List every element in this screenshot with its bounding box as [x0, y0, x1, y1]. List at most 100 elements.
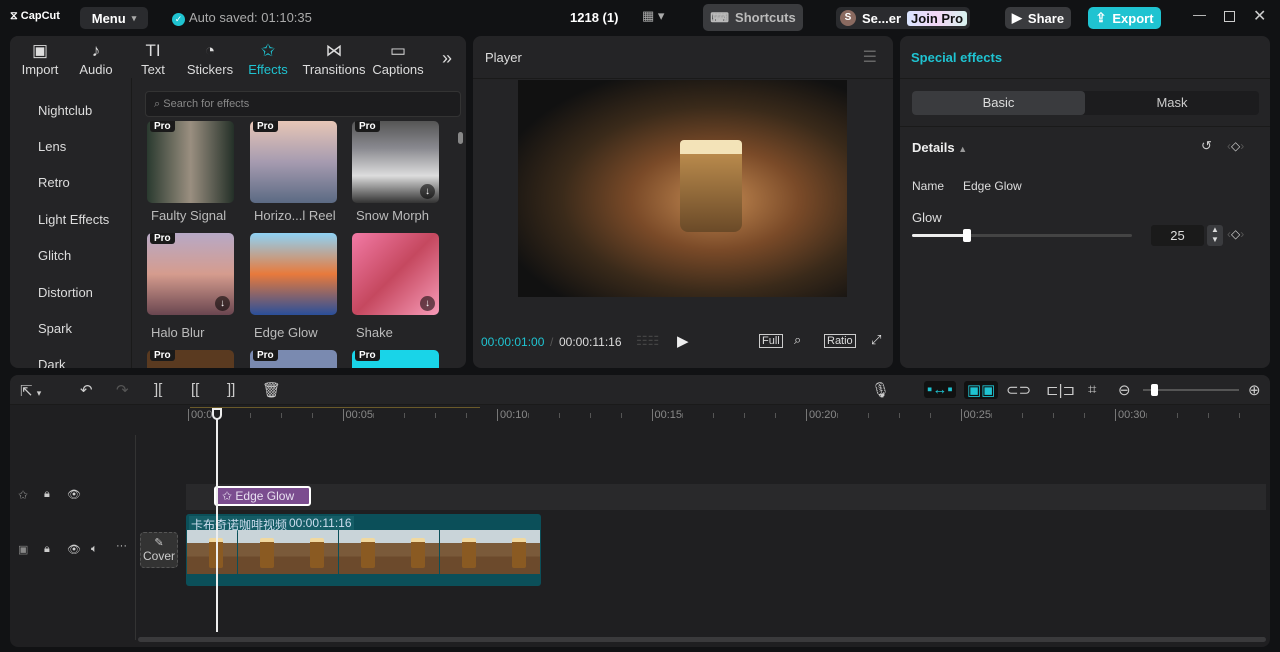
category-spark[interactable]: Spark: [38, 321, 72, 336]
timeline-zoom-slider[interactable]: [1143, 384, 1239, 396]
ruler-tick: [589, 413, 591, 418]
maximize-icon[interactable]: [1224, 11, 1235, 22]
category-lens[interactable]: Lens: [38, 139, 66, 154]
ruler-tick: [1053, 413, 1055, 418]
time-separator: /: [550, 335, 554, 349]
glow-keyframe-control[interactable]: ‹◇›: [1227, 227, 1244, 241]
more-icon[interactable]: ···: [116, 540, 127, 552]
glow-stepper[interactable]: ▲ ▼: [1207, 225, 1223, 246]
microphone-icon[interactable]: 🎙: [871, 381, 890, 399]
category-glitch[interactable]: Glitch: [38, 248, 71, 263]
tab-text[interactable]: TI Text: [123, 40, 183, 77]
tab-transitions[interactable]: ⋈ Transitions: [301, 40, 367, 77]
playhead-handle[interactable]: [212, 408, 222, 420]
lock-icon[interactable]: 🔒︎: [44, 488, 50, 501]
tab-label: Effects: [248, 62, 288, 77]
fullscreen-icon[interactable]: ⤢: [871, 332, 881, 348]
category-retro[interactable]: Retro: [38, 175, 70, 190]
effect-thumbnail[interactable]: Pro: [250, 350, 337, 368]
tab-audio[interactable]: ♪ Audio: [66, 40, 126, 77]
download-icon[interactable]: ↓: [215, 296, 230, 311]
effect-horizontal-reel[interactable]: Pro: [250, 121, 337, 203]
current-time: 00:00:01:00: [481, 335, 545, 349]
tab-label: Audio: [79, 62, 113, 77]
glow-value-input[interactable]: 25: [1151, 225, 1204, 246]
glow-slider[interactable]: [912, 229, 1132, 242]
zoom-in-icon[interactable]: ⊕: [1248, 381, 1261, 399]
keyframe-control[interactable]: ‹◇›: [1227, 139, 1244, 153]
effect-snow-morph[interactable]: Pro ↓: [352, 121, 439, 203]
zoom-fit-timeline-icon[interactable]: ⌗: [1088, 381, 1096, 398]
video-frame-thumbnail: [237, 530, 288, 574]
search-icon: ⌕: [154, 98, 161, 110]
play-button[interactable]: ▶: [677, 332, 689, 350]
zoom-out-icon[interactable]: ⊖: [1118, 381, 1131, 399]
magnet-snap-icon[interactable]: ▪↔▪: [924, 381, 956, 398]
linkage-icon[interactable]: ▣▣: [964, 381, 999, 399]
trim-right-icon[interactable]: ]]: [227, 381, 235, 398]
effect-edge-glow[interactable]: [250, 233, 337, 315]
ruler-label: 00:05: [342, 409, 373, 421]
name-value: Edge Glow: [963, 179, 1022, 193]
tab-basic[interactable]: Basic: [912, 91, 1085, 115]
category-nightclub[interactable]: Nightclub: [38, 103, 92, 118]
tab-effects[interactable]: ✩ Effects: [238, 40, 298, 77]
undo-icon[interactable]: ↶: [80, 381, 93, 399]
category-light-effects[interactable]: Light Effects: [38, 212, 109, 227]
effect-label: Shake: [356, 325, 393, 340]
effect-faulty-signal[interactable]: Pro: [147, 121, 234, 203]
effect-shake[interactable]: ↓: [352, 233, 439, 315]
close-icon[interactable]: ✕: [1253, 6, 1266, 26]
reset-icon[interactable]: ↺: [1201, 138, 1212, 154]
minimize-icon[interactable]: —: [1193, 7, 1206, 22]
effect-thumbnail[interactable]: Pro: [352, 350, 439, 368]
menu-button[interactable]: Menu ▾: [80, 7, 148, 29]
eye-icon[interactable]: 👁︎: [67, 488, 81, 501]
zoom-slider-thumb[interactable]: [1151, 384, 1158, 396]
lock-icon[interactable]: 🔒︎: [44, 543, 50, 556]
timeline-scrollbar[interactable]: [138, 637, 1266, 642]
shortcuts-button[interactable]: ⌨ Shortcuts: [703, 4, 803, 31]
redo-icon[interactable]: ↷: [116, 381, 129, 399]
playhead[interactable]: [212, 408, 222, 632]
effect-halo-blur[interactable]: Pro ↓: [147, 233, 234, 315]
pro-badge: Pro: [253, 121, 278, 132]
layout-icon[interactable]: ▦ ▾: [642, 8, 664, 24]
details-header[interactable]: Details ▲: [912, 140, 967, 155]
account-button[interactable]: S Se...er Join Pro: [836, 7, 970, 29]
share-button[interactable]: ▶ Share: [1005, 7, 1071, 29]
delete-icon[interactable]: 🗑: [262, 381, 281, 399]
ruler-tick: [558, 413, 560, 418]
zoom-fit-icon[interactable]: ⌕: [794, 332, 801, 348]
media-panel: ▣ Import ♪ Audio TI Text ◔ Stickers ✩ Effects…: [10, 36, 466, 368]
tab-stickers[interactable]: ◔ Stickers: [180, 40, 240, 77]
join-pro-button[interactable]: Join Pro: [907, 10, 968, 26]
split-preview-icon[interactable]: ⊏|⊐: [1046, 381, 1075, 399]
search-input[interactable]: ⌕ Search for effects: [145, 91, 461, 117]
glow-slider-thumb[interactable]: [963, 229, 971, 242]
effect-clip[interactable]: ✩ Edge Glow: [214, 486, 311, 506]
player-menu-icon[interactable]: ☰: [863, 47, 877, 67]
category-list: Nightclub Lens Retro Light Effects Glitc…: [10, 78, 132, 368]
ratio-button[interactable]: Ratio: [824, 334, 856, 348]
volume-icon[interactable]: 🔈︎: [91, 543, 98, 556]
download-icon[interactable]: ↓: [420, 184, 435, 199]
select-tool-icon[interactable]: ⇱ ▾: [20, 382, 41, 400]
download-icon[interactable]: ↓: [420, 296, 435, 311]
export-button[interactable]: ⇪ Export: [1088, 7, 1161, 29]
effects-scrollbar[interactable]: [458, 132, 463, 144]
category-distortion[interactable]: Distortion: [38, 285, 93, 300]
cover-button[interactable]: ✎ Cover: [140, 532, 178, 568]
link-icon[interactable]: ⊂⊃: [1006, 381, 1031, 399]
more-tabs-icon[interactable]: »: [442, 48, 452, 69]
tab-import[interactable]: ▣ Import: [10, 40, 70, 77]
tab-mask[interactable]: Mask: [1085, 91, 1259, 115]
full-button[interactable]: Full: [759, 334, 783, 348]
tab-captions[interactable]: ▭ Captions: [368, 40, 428, 77]
trim-left-icon[interactable]: [[: [191, 381, 199, 398]
split-icon[interactable]: ][: [154, 381, 162, 398]
eye-icon[interactable]: 👁︎: [67, 543, 81, 556]
ruler-tick: [373, 413, 375, 418]
category-dark[interactable]: Dark: [38, 357, 65, 368]
effect-thumbnail[interactable]: Pro: [147, 350, 234, 368]
